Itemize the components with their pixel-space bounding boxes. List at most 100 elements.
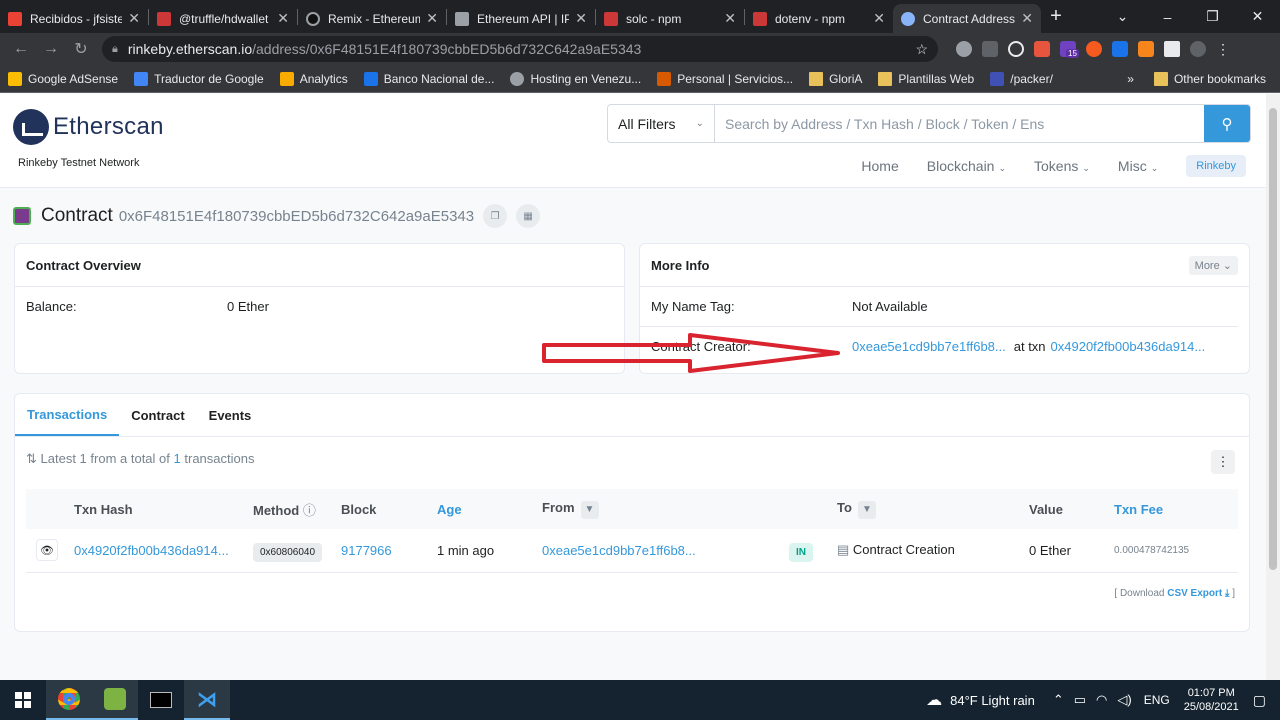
options-kebab-icon[interactable]: ⋮ [1211,450,1235,474]
bookmark-item[interactable]: Traductor de Google [126,71,272,86]
tab-transactions[interactable]: Transactions [15,394,120,436]
column-header-fee[interactable]: Txn Fee [1114,489,1238,529]
filter-icon[interactable]: ▼ [580,500,599,519]
bookmark-folder[interactable]: Plantillas Web [870,71,982,86]
nav-misc[interactable]: Misc ⌄ [1118,158,1158,174]
creator-address-link[interactable]: 0xeae5e1cd9bb7e1ff6b8... [852,339,1006,354]
filter-icon[interactable]: ▼ [857,500,876,519]
close-icon[interactable]: ✕ [1021,10,1033,27]
browser-tab-active[interactable]: Contract Address ✕ [893,4,1041,33]
column-header-age[interactable]: Age [437,489,542,529]
csv-export-link[interactable]: CSV Export ⤓ [1167,588,1229,599]
close-icon[interactable]: ✕ [426,10,438,27]
lock-icon[interactable]: 🔒︎ [112,43,118,56]
bookmark-item[interactable]: Analytics [272,71,356,86]
search-input[interactable] [715,105,1204,142]
browser-tab[interactable]: Ethereum API | IP ✕ [447,4,595,33]
bookmark-star-icon[interactable]: ☆ [915,41,928,58]
scrollbar-thumb[interactable] [1269,108,1277,570]
restore-icon[interactable]: ❐ [1190,8,1235,25]
wifi-icon[interactable]: ◠ [1096,692,1107,708]
close-icon[interactable]: ✕ [128,10,140,27]
profile-avatar[interactable] [1190,41,1206,57]
camera-extension-icon[interactable] [956,41,972,57]
bookmark-item[interactable]: Banco Nacional de... [356,71,503,86]
clock[interactable]: 01:07 PM 25/08/2021 [1184,686,1239,714]
bookmark-item[interactable]: Hosting en Venezu... [502,71,649,86]
tab-events[interactable]: Events [197,394,264,436]
menu-kebab-icon[interactable]: ⋮ [1216,41,1230,58]
close-icon[interactable]: ✕ [873,10,885,27]
volume-icon[interactable]: ◁) [1117,692,1131,708]
app-taskbar-item[interactable] [92,680,138,720]
chrome-taskbar-app[interactable] [46,680,92,720]
windows-logo-icon [15,692,31,708]
react-extension-icon[interactable] [1008,41,1024,57]
browser-tab[interactable]: solc - npm ✕ [596,4,744,33]
new-tab-button[interactable]: + [1041,5,1071,28]
close-window-icon[interactable]: ✕ [1235,8,1280,25]
txn-hash-link[interactable]: 0x4920f2fb00b436da914... [74,543,229,558]
badge-extension-icon[interactable]: 15 [1060,41,1079,58]
more-dropdown-button[interactable]: More ⌄ [1188,255,1238,275]
b-extension-icon[interactable] [1112,41,1128,57]
column-header-method: Method ⓘ [253,489,341,529]
forward-icon[interactable]: → [36,40,66,58]
start-button[interactable] [0,680,46,720]
copy-icon[interactable]: ❐ [483,204,508,228]
metamask-extension-icon[interactable] [1138,41,1154,57]
brave-extension-icon[interactable] [1086,41,1102,57]
browser-tab[interactable]: dotenv - npm ✕ [745,4,893,33]
tab-search-icon[interactable]: ⌄ [1100,8,1145,25]
browser-tab[interactable]: Recibidos - jfsiste ✕ [0,4,148,33]
other-bookmarks-folder[interactable]: Other bookmarks [1146,71,1274,86]
vscode-taskbar-item[interactable]: ⋊ [184,680,230,720]
chevron-down-icon: ⌄ [998,163,1007,173]
puzzle-extensions-icon[interactable] [1164,41,1180,57]
etherscan-logo[interactable]: Etherscan [13,109,164,145]
address-bar[interactable]: 🔒︎ rinkeby.etherscan.io /address/0x6F481… [102,36,938,62]
search-filter-select[interactable]: All Filters ⌄ [608,105,715,142]
bookmark-item[interactable]: /packer/ [982,71,1061,86]
battery-icon[interactable]: ▭ [1074,692,1086,708]
search-button[interactable]: ⚲ [1204,105,1250,142]
creator-txn-link[interactable]: 0x4920f2fb00b436da914... [1051,339,1206,354]
minimize-icon[interactable]: – [1145,9,1190,25]
nav-blockchain[interactable]: Blockchain ⌄ [927,158,1006,174]
language-indicator[interactable]: ENG [1144,693,1170,707]
bookmark-item[interactable]: Personal | Servicios... [649,71,801,86]
close-icon[interactable]: ✕ [724,10,736,27]
nav-home[interactable]: Home [861,158,898,174]
translate-extension-icon[interactable] [1034,41,1050,57]
back-icon[interactable]: ← [6,40,36,58]
terminal-taskbar-item[interactable] [138,680,184,720]
close-icon[interactable]: ✕ [277,10,289,27]
info-icon[interactable]: ⓘ [303,503,316,518]
more-bookmarks-icon[interactable]: » [1127,72,1134,86]
bookmark-item[interactable]: Google AdSense [0,71,126,86]
close-icon[interactable]: ✕ [575,10,587,27]
table-row: 👁︎ 0x4920f2fb00b436da914... 0x60806040 9… [26,529,1238,572]
block-link[interactable]: 9177966 [341,543,392,558]
weather-widget[interactable]: ☁ 84°F Light rain [926,690,1035,710]
csv-export-label: CSV Export [1167,588,1223,599]
tab-contract[interactable]: Contract [119,394,196,436]
browser-tab[interactable]: @truffle/hdwallet ✕ [149,4,297,33]
tray-overflow-icon[interactable]: ⌃ [1053,692,1064,708]
notifications-icon[interactable]: ▢ [1253,692,1266,709]
network-switch-button[interactable]: Rinkeby [1186,155,1246,177]
qr-code-icon[interactable]: ▦ [516,204,541,228]
eye-icon[interactable]: 👁︎ [36,539,58,562]
page-scrollbar[interactable] [1266,94,1280,680]
bookmark-folder[interactable]: GloriA [801,71,870,86]
fee-cell: 0.000478742135 [1114,544,1190,556]
browser-tab[interactable]: Remix - Ethereum ✕ [298,4,446,33]
to-label: Contract Creation [852,542,955,558]
column-header: Block [341,489,437,529]
from-address-link[interactable]: 0xeae5e1cd9bb7e1ff6b8... [542,543,696,558]
reload-icon[interactable]: ↻ [66,39,96,59]
metamask-gray-extension-icon[interactable] [982,41,998,57]
nav-tokens[interactable]: Tokens ⌄ [1034,158,1090,174]
folder-icon [878,71,893,86]
bookmark-label: Hosting en Venezu... [530,71,642,86]
